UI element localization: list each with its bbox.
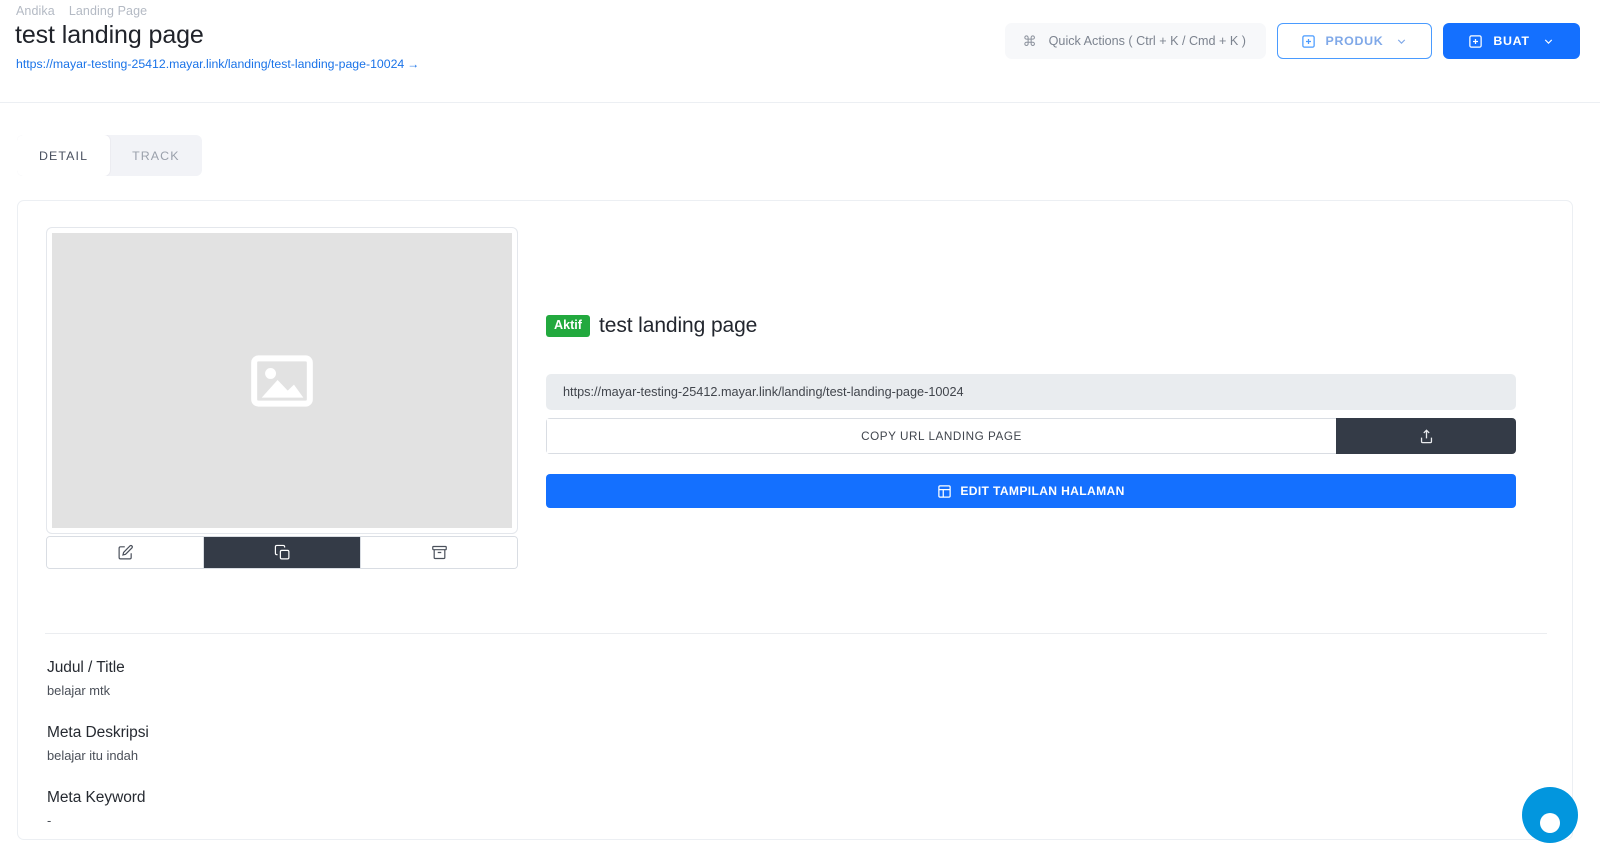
edit-page-layout-button[interactable]: EDIT TAMPILAN HALAMAN — [546, 474, 1516, 508]
quick-actions-button[interactable]: ⌘ Quick Actions ( Ctrl + K / Cmd + K ) — [1005, 23, 1266, 59]
meta-label: Judul / Title — [47, 659, 1347, 677]
breadcrumb: Andika Landing Page — [16, 4, 147, 18]
meta-field-description: Meta Deskripsi belajar itu indah — [47, 724, 1347, 763]
tab-track[interactable]: TRACK — [110, 135, 202, 176]
quick-actions-label: Quick Actions ( Ctrl + K / Cmd + K ) — [1049, 34, 1246, 48]
meta-section: Judul / Title belajar mtk Meta Deskripsi… — [47, 633, 1347, 828]
tab-bar: DETAIL TRACK — [17, 135, 202, 176]
chat-widget-button[interactable] — [1522, 787, 1578, 843]
image-placeholder-icon — [250, 355, 314, 407]
command-icon: ⌘ — [1023, 34, 1037, 48]
edit-thumbnail-button[interactable] — [47, 537, 204, 568]
page-url-text: https://mayar-testing-25412.mayar.link/l… — [16, 57, 404, 71]
landing-page-name: test landing page — [599, 314, 757, 338]
share-button[interactable] — [1336, 418, 1516, 454]
arrow-right-icon: → — [407, 57, 419, 71]
meta-field-title: Judul / Title belajar mtk — [47, 659, 1347, 698]
breadcrumb-item-workspace[interactable]: Andika — [16, 4, 55, 18]
buat-button-label: BUAT — [1493, 34, 1529, 48]
edit-page-layout-label: EDIT TAMPILAN HALAMAN — [960, 484, 1124, 498]
chevron-down-icon — [1542, 35, 1555, 48]
thumbnail-action-bar — [46, 536, 518, 569]
detail-card: Aktif test landing page https://mayar-te… — [17, 200, 1573, 840]
produk-button[interactable]: PRODUK — [1277, 23, 1432, 59]
archive-box-icon — [431, 544, 448, 561]
tab-detail[interactable]: DETAIL — [17, 135, 110, 176]
status-badge: Aktif — [546, 315, 590, 337]
meta-value: belajar itu indah — [47, 748, 1347, 763]
archive-landing-page-button[interactable] — [361, 537, 517, 568]
page-header: Andika Landing Page test landing page ht… — [0, 0, 1600, 103]
meta-label: Meta Keyword — [47, 789, 1347, 807]
duplicate-copy-icon — [274, 544, 291, 561]
landing-page-url-field[interactable]: https://mayar-testing-25412.mayar.link/l… — [546, 374, 1516, 410]
chat-bubble-icon — [1540, 813, 1560, 833]
page-title: test landing page — [15, 21, 204, 50]
breadcrumb-item-section[interactable]: Landing Page — [69, 4, 147, 18]
meta-label: Meta Deskripsi — [47, 724, 1347, 742]
produk-button-label: PRODUK — [1326, 34, 1384, 48]
buat-button[interactable]: BUAT — [1443, 23, 1580, 59]
meta-value: belajar mtk — [47, 683, 1347, 698]
edit-pencil-icon — [117, 544, 134, 561]
page-url-link[interactable]: https://mayar-testing-25412.mayar.link/l… — [16, 57, 419, 71]
square-plus-icon — [1468, 34, 1483, 49]
thumbnail-empty-state — [52, 233, 512, 528]
copy-share-row: COPY URL LANDING PAGE — [546, 418, 1516, 454]
header-actions: ⌘ Quick Actions ( Ctrl + K / Cmd + K ) P… — [1005, 23, 1580, 59]
square-plus-icon — [1301, 34, 1316, 49]
layout-panel-icon — [937, 484, 952, 499]
meta-field-keyword: Meta Keyword - — [47, 789, 1347, 828]
landing-page-thumbnail[interactable] — [46, 227, 518, 534]
copy-url-button[interactable]: COPY URL LANDING PAGE — [546, 418, 1336, 454]
duplicate-landing-page-button[interactable] — [204, 537, 361, 568]
landing-page-status-row: Aktif test landing page — [546, 314, 757, 338]
chevron-down-icon — [1395, 35, 1408, 48]
share-upload-icon — [1418, 428, 1435, 445]
